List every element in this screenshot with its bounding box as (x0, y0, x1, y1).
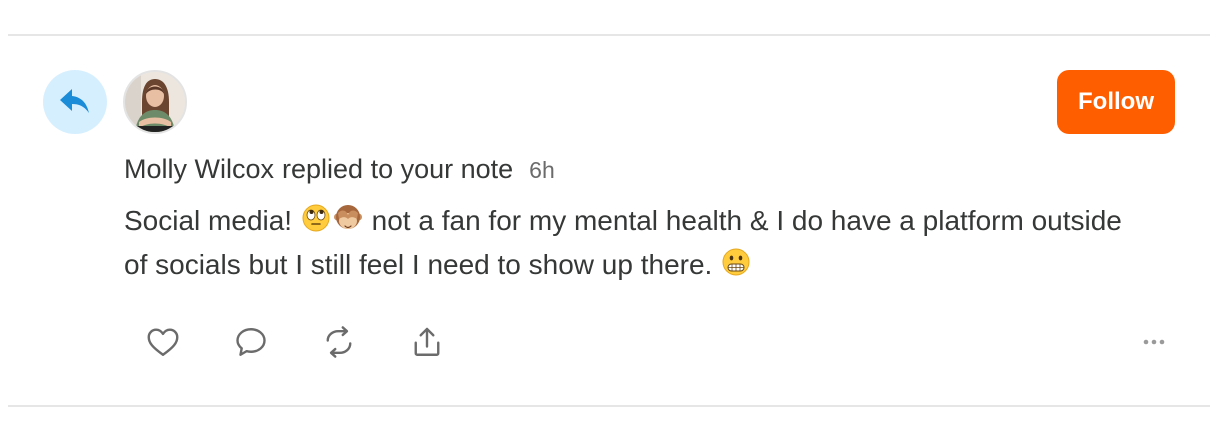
avatar-image (125, 72, 185, 132)
comment-button[interactable] (229, 320, 273, 364)
follow-button[interactable]: Follow (1057, 70, 1175, 134)
timestamp[interactable]: 6h (529, 157, 555, 184)
like-button[interactable] (141, 320, 185, 364)
more-icon (1143, 339, 1165, 345)
share-button[interactable] (405, 320, 449, 364)
note-actions (0, 320, 1222, 364)
note-header: Molly Wilcox replied to your note 6h (124, 154, 555, 188)
face-with-rolling-eyes-emoji (302, 204, 330, 232)
more-options-button[interactable] (1132, 320, 1176, 364)
grimacing-face-emoji (722, 248, 750, 276)
top-divider (8, 34, 1210, 36)
bottom-divider (8, 405, 1210, 407)
action-text: replied to your note (282, 154, 514, 184)
share-icon (414, 327, 440, 356)
author-name[interactable]: Molly Wilcox (124, 154, 274, 185)
reply-arrow-icon (60, 89, 89, 113)
note-body: Social media! not a fan for my mental he… (124, 199, 1134, 287)
avatar[interactable] (123, 70, 187, 134)
comment-icon (236, 328, 266, 356)
heart-icon (147, 328, 179, 356)
reply-badge (43, 70, 107, 134)
see-no-evil-monkey-emoji (333, 205, 362, 229)
note-text-part1: Social media! (124, 205, 293, 236)
restack-icon (326, 326, 352, 358)
restack-button[interactable] (317, 320, 361, 364)
